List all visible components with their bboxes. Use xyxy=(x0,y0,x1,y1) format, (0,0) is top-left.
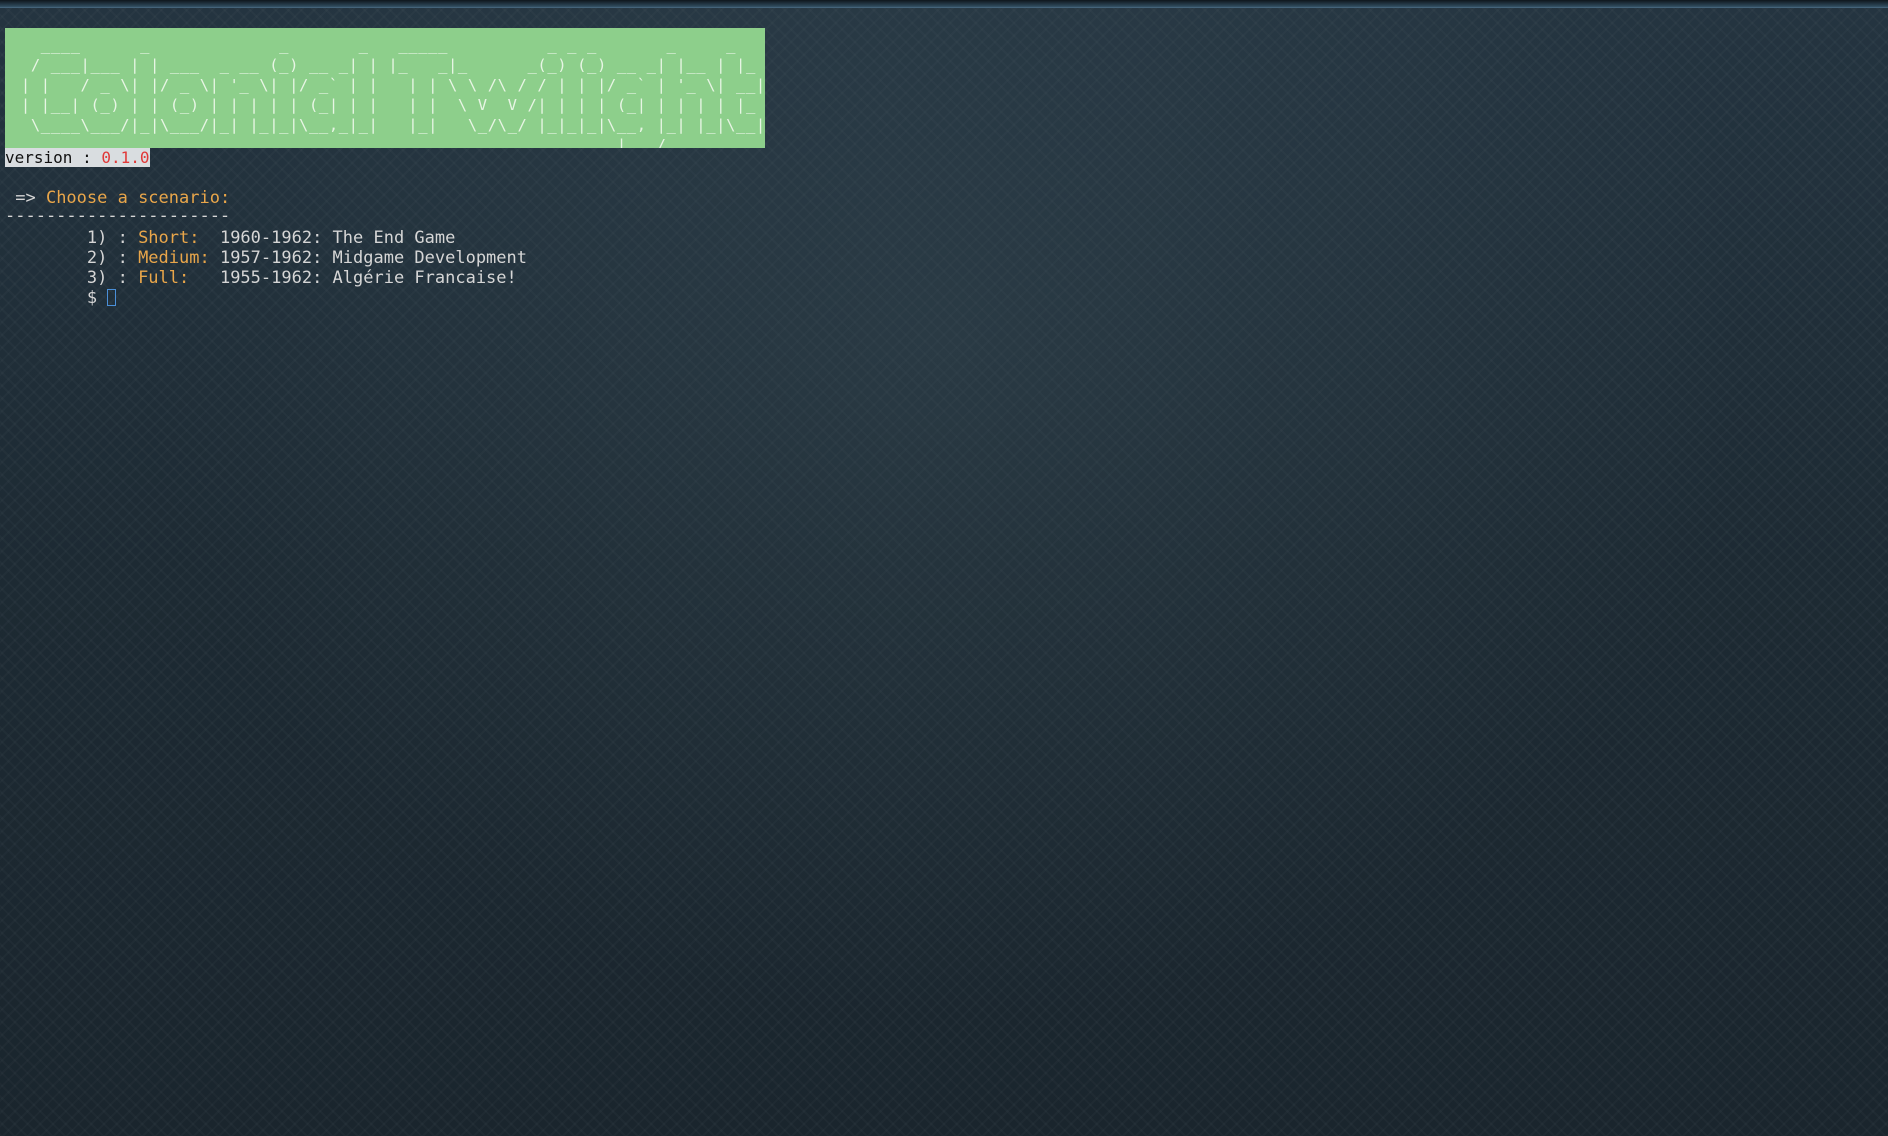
ascii-banner-art: ____ _ _ _ _____ _ _ _ _ _ / ___|___ | |… xyxy=(11,35,765,148)
version-line: version : 0.1.0 xyxy=(5,148,150,168)
option-name: Medium: xyxy=(138,248,220,268)
banner-line: | |__| (_) | | (_) | | | | | (_| | | | |… xyxy=(11,96,765,114)
banner-line: \____\___/|_|\___/|_| |_|_|\__,_|_| |_| … xyxy=(11,116,765,134)
scenario-prompt: => Choose a scenario: xyxy=(5,188,230,208)
option-name: Short: xyxy=(138,228,220,248)
prompt-heading: Choose a scenario: xyxy=(45,188,231,208)
scenario-option-short[interactable]: 1) : Short: 1960-1962: The End Game xyxy=(5,228,455,248)
option-description: 1955-1962: Algérie Francaise! xyxy=(219,268,517,288)
prompt-rule: ---------------------- xyxy=(5,206,231,226)
scenario-option-medium[interactable]: 2) : Medium: 1957-1962: Midgame Developm… xyxy=(5,248,527,268)
option-description: 1957-1962: Midgame Development xyxy=(219,248,527,268)
banner-line: / ___|___ | | ___ _ __ (_) __ _| | |_ _|… xyxy=(11,56,765,74)
scenario-option-full[interactable]: 3) : Full: 1955-1962: Algérie Francaise! xyxy=(5,268,517,288)
option-number: 1) : xyxy=(5,228,139,248)
option-number: 2) : xyxy=(5,248,139,268)
terminal-window[interactable]: ____ _ _ _ _____ _ _ _ _ _ / ___|___ | |… xyxy=(0,0,1888,1136)
version-label: version : xyxy=(5,148,102,167)
ascii-banner: ____ _ _ _ _____ _ _ _ _ _ / ___|___ | |… xyxy=(5,28,765,148)
banner-line: | | / _ \| |/ _ \| '_ \| |/ _` | | | | \… xyxy=(11,76,765,94)
prompt-arrow: => xyxy=(5,188,46,208)
banner-line: ____ _ _ _ _____ _ _ _ _ _ xyxy=(11,36,765,54)
shell-prompt-symbol: $ xyxy=(5,288,108,308)
option-description: 1960-1962: The End Game xyxy=(219,228,456,248)
banner-line: |___/ xyxy=(11,136,765,148)
option-number: 3) : xyxy=(5,268,139,288)
window-top-border xyxy=(0,0,1888,8)
version-value: 0.1.0 xyxy=(101,148,150,167)
text-cursor[interactable] xyxy=(107,289,117,306)
shell-input-line[interactable]: $ xyxy=(5,288,117,308)
option-name: Full: xyxy=(138,268,220,288)
